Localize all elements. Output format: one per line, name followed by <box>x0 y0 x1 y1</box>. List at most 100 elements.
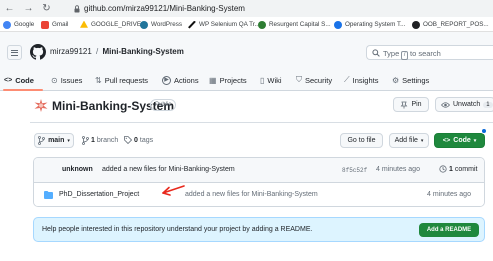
commit-hash[interactable]: 8f5c52f <box>342 167 367 174</box>
wiki-icon: ▯ <box>260 75 265 85</box>
bookmark-wordpress[interactable]: WordPress <box>140 19 182 30</box>
lock-icon <box>74 5 80 13</box>
tab-label: Insights <box>352 75 379 85</box>
watch-count: 1 <box>483 101 493 108</box>
bookmark-google-drive[interactable]: GOOGLE_DRIVE <box>80 19 141 30</box>
eye-icon <box>441 101 450 108</box>
forward-arrow-icon[interactable]: → <box>23 3 34 14</box>
search-prefix: Type <box>383 49 400 58</box>
search-input[interactable]: Type / to search <box>366 45 493 60</box>
projects-icon: ▦ <box>209 75 217 85</box>
chevron-down-icon: ▾ <box>420 137 424 144</box>
folder-icon <box>44 191 53 199</box>
code-button-label: Code <box>453 137 471 144</box>
repo-avatar-icon <box>34 99 48 112</box>
readme-banner: Help people interested in this repositor… <box>33 217 485 242</box>
file-time: 4 minutes ago <box>427 191 471 198</box>
resurgent-icon <box>258 20 266 29</box>
commit-time: 4 minutes ago <box>376 166 420 173</box>
file-name[interactable]: PhD_Dissertation_Project <box>59 191 139 198</box>
browser-toolbar: ← → ↻ github.com/mirza99121/Mini-Banking… <box>0 0 493 17</box>
tab-projects[interactable]: ▦ Projects <box>209 73 247 87</box>
globe-icon <box>334 20 342 29</box>
tab-security[interactable]: ⛉ Security <box>296 73 332 87</box>
bookmark-label: WP Selenium QA Tr... <box>199 21 260 28</box>
tags-link[interactable]: 0 tags <box>124 136 153 144</box>
selected-tab-indicator <box>3 89 43 91</box>
branch-count: 1 <box>91 137 95 144</box>
tab-issues[interactable]: ⊙ Issues <box>51 73 82 87</box>
bookmark-label: Google <box>14 21 35 28</box>
feather-icon <box>188 20 196 29</box>
tab-code[interactable]: <> Code <box>4 73 34 87</box>
bookmark-label: Gmail <box>52 21 69 28</box>
commit-author[interactable]: unknown <box>62 166 93 173</box>
bookmark-label: GOOGLE_DRIVE <box>91 21 142 28</box>
bookmark-google[interactable]: Google <box>3 19 34 30</box>
bookmark-label: Resurgent Capital S... <box>269 21 331 28</box>
file-commit-message[interactable]: added a new files for Mini-Banking-Syste… <box>185 191 318 198</box>
tab-label: Pull requests <box>104 75 149 85</box>
bookmark-gmail[interactable]: Gmail <box>41 19 68 30</box>
tab-wiki[interactable]: ▯ Wiki <box>260 73 282 87</box>
commit-count-label: commit <box>454 165 478 173</box>
branch-count-label: branch <box>96 137 119 144</box>
branches-link[interactable]: 1 branch <box>82 136 118 145</box>
latest-commit-row: unknown added a new files for Mini-Banki… <box>34 158 484 183</box>
bookmark-operating-system[interactable]: Operating System T... <box>334 19 405 30</box>
tag-count-label: tags <box>139 136 154 144</box>
unwatch-button[interactable]: Unwatch 1 <box>435 97 493 112</box>
back-arrow-icon[interactable]: ← <box>4 3 15 14</box>
pull-request-icon: ⇅ <box>95 75 102 85</box>
add-file-button[interactable]: Add file ▾ <box>389 133 429 148</box>
code-button[interactable]: <> Code ▾ <box>434 133 485 148</box>
breadcrumb-separator: / <box>96 47 99 56</box>
slash-key-hint: / <box>401 51 408 60</box>
bookmark-resurgent[interactable]: Resurgent Capital S... <box>258 19 331 30</box>
chevron-down-icon: ▾ <box>473 137 477 144</box>
annotation-arrow-icon <box>162 185 185 196</box>
tab-pull-requests[interactable]: ⇅ Pull requests <box>95 73 148 87</box>
pin-button[interactable]: Pin <box>393 97 429 112</box>
pin-label: Pin <box>411 101 422 108</box>
commits-link[interactable]: 1 commit <box>439 165 477 173</box>
branch-icon <box>82 136 89 145</box>
tab-actions[interactable]: ▶ Actions <box>162 73 199 87</box>
menu-button[interactable] <box>7 45 22 60</box>
table-row[interactable]: PhD_Dissertation_Project added a new fil… <box>34 183 484 206</box>
menu-line <box>11 52 18 53</box>
reload-icon[interactable]: ↻ <box>41 3 52 14</box>
go-to-file-button[interactable]: Go to file <box>340 133 383 148</box>
tab-label: Projects <box>219 75 247 85</box>
commit-message[interactable]: added a new files for Mini-Banking-Syste… <box>102 166 235 173</box>
address-bar[interactable]: github.com/mirza99121/Mini-Banking-Syste… <box>70 2 490 15</box>
branch-selector[interactable]: main ▾ <box>34 133 74 148</box>
issue-icon: ⊙ <box>51 75 58 85</box>
tab-label: Security <box>305 75 333 85</box>
notification-dot <box>481 128 487 134</box>
github-logo-icon[interactable] <box>30 44 46 60</box>
search-suffix: to search <box>409 49 441 58</box>
code-icon: <> <box>442 137 451 144</box>
shield-icon: ⛉ <box>296 75 302 84</box>
code-icon: <> <box>4 76 13 84</box>
tab-label: Issues <box>60 75 83 85</box>
report-icon <box>412 20 420 29</box>
google-drive-icon <box>80 20 88 28</box>
repo-link[interactable]: Mini-Banking-System <box>103 47 184 56</box>
owner-link[interactable]: mirza99121 <box>50 47 92 56</box>
commit-count: 1 <box>449 165 453 173</box>
file-list: unknown added a new files for Mini-Banki… <box>33 157 485 207</box>
bookmark-oob-report[interactable]: OOB_REPORT_POS... <box>412 19 489 30</box>
chevron-down-icon: ▾ <box>67 137 70 144</box>
search-icon <box>372 49 380 57</box>
bookmark-wp-selenium[interactable]: WP Selenium QA Tr... <box>188 19 260 30</box>
gear-icon: ⚙ <box>392 75 400 85</box>
pin-icon <box>401 101 408 108</box>
add-readme-button[interactable]: Add a README <box>419 223 479 237</box>
gmail-icon <box>41 20 49 29</box>
bookmark-label: Operating System T... <box>345 21 406 28</box>
visibility-badge: Public <box>150 99 177 111</box>
tab-settings[interactable]: ⚙ Settings <box>392 73 429 87</box>
tab-insights[interactable]: ⟋ Insights <box>344 73 378 87</box>
